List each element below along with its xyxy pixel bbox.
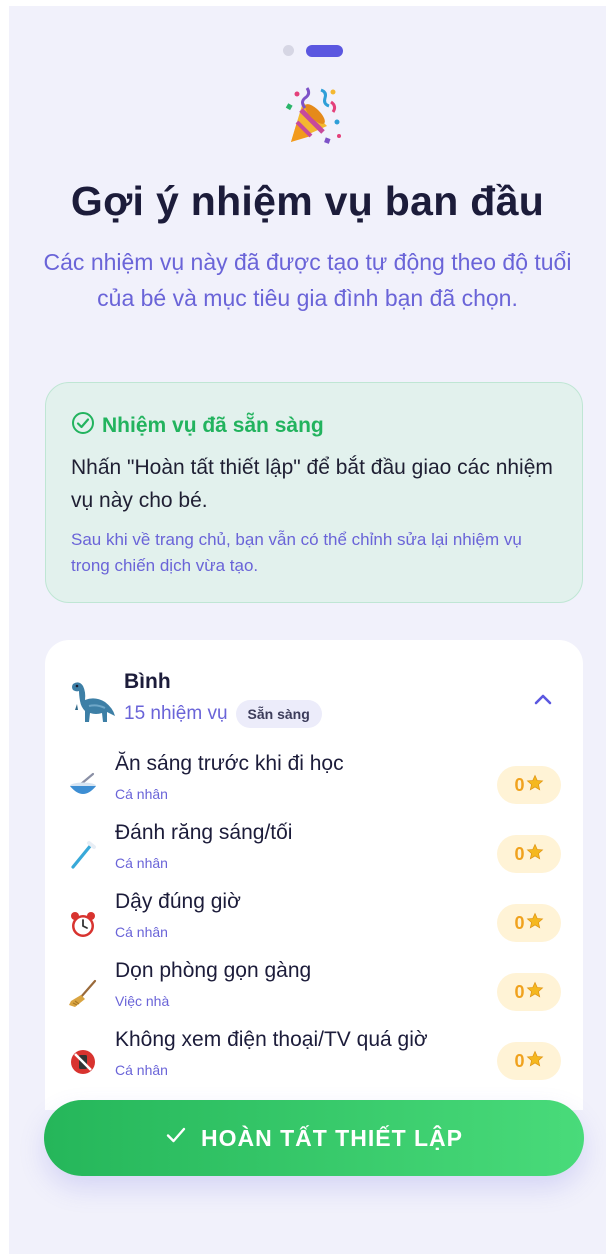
- party-popper-icon: [277, 82, 345, 150]
- task-name: Dậy đúng giờ: [115, 890, 241, 913]
- star-icon: [526, 912, 544, 935]
- task-name: Ăn sáng trước khi đi học: [115, 752, 344, 775]
- points-badge: 0: [497, 835, 561, 873]
- info-body: Nhấn "Hoàn tất thiết lập" để bắt đầu gia…: [71, 456, 553, 512]
- checkmark-icon: [165, 1124, 187, 1152]
- kid-task-card: Bình 15 nhiệm vụ Sẵn sàng Ăn sáng trước …: [45, 640, 583, 1110]
- bowl-icon: [67, 770, 99, 802]
- info-heading: Nhiệm vụ đã sẵn sàng: [102, 414, 324, 437]
- task-count: 15 nhiệm vụ: [124, 703, 228, 724]
- page-title: Gợi ý nhiệm vụ ban đầu: [70, 178, 545, 224]
- no-phone-icon: [67, 1046, 99, 1078]
- task-category: Cá nhân: [115, 855, 168, 871]
- alarm-clock-icon: [67, 908, 99, 940]
- broom-icon: [67, 977, 99, 1009]
- task-category: Việc nhà: [115, 993, 170, 1009]
- task-category: Cá nhân: [115, 786, 168, 802]
- star-icon: [526, 774, 544, 797]
- points-value: 0: [514, 1050, 525, 1071]
- kid-header[interactable]: Bình 15 nhiệm vụ Sẵn sàng: [67, 670, 561, 730]
- task-category: Cá nhân: [115, 1062, 168, 1078]
- info-note: Sau khi về trang chủ, bạn vẫn có thể chỉ…: [71, 530, 522, 575]
- kid-meta: 15 nhiệm vụ Sẵn sàng: [124, 700, 322, 728]
- task-name: Đánh răng sáng/tối: [115, 821, 293, 844]
- points-value: 0: [514, 843, 525, 864]
- task-category: Cá nhân: [115, 924, 168, 940]
- page-dot-2-active: [306, 45, 343, 57]
- points-badge: 0: [497, 1042, 561, 1080]
- page-dot-1: [283, 45, 294, 56]
- complete-setup-button[interactable]: HOÀN TẤT THIẾT LẬP: [44, 1100, 584, 1176]
- star-icon: [526, 1050, 544, 1073]
- chevron-up-icon[interactable]: [529, 686, 557, 714]
- task-item[interactable]: Đánh răng sáng/tối Cá nhân 0: [67, 819, 561, 888]
- dinosaur-icon: [67, 676, 117, 726]
- info-heading-row: Nhiệm vụ đã sẵn sàng: [71, 411, 556, 441]
- page-subtitle: Các nhiệm vụ này đã được tạo tự động the…: [43, 249, 572, 311]
- points-badge: 0: [497, 904, 561, 942]
- task-item[interactable]: Không xem điện thoại/TV quá giờ Cá nhân …: [67, 1026, 561, 1095]
- onboarding-screen: Gợi ý nhiệm vụ ban đầu Các nhiệm vụ này …: [9, 6, 606, 1254]
- points-value: 0: [514, 774, 525, 795]
- task-item[interactable]: Ăn sáng trước khi đi học Cá nhân 0: [67, 750, 561, 819]
- points-badge: 0: [497, 973, 561, 1011]
- task-item[interactable]: Dậy đúng giờ Cá nhân 0: [67, 888, 561, 957]
- page-indicator: [9, 44, 606, 58]
- toothbrush-icon: [67, 839, 99, 871]
- status-badge: Sẵn sàng: [235, 700, 322, 728]
- task-list: Ăn sáng trước khi đi học Cá nhân 0 Đánh: [67, 750, 561, 1095]
- kid-name: Bình: [124, 670, 171, 693]
- check-circle-icon: [71, 411, 95, 441]
- complete-setup-label: HOÀN TẤT THIẾT LẬP: [200, 1124, 464, 1151]
- star-icon: [526, 981, 544, 1004]
- task-name: Dọn phòng gọn gàng: [115, 959, 312, 982]
- points-badge: 0: [497, 766, 561, 804]
- points-value: 0: [514, 981, 525, 1002]
- task-name: Không xem điện thoại/TV quá giờ: [115, 1028, 428, 1051]
- ready-info-box: Nhiệm vụ đã sẵn sàng Nhấn "Hoàn tất thiế…: [45, 382, 583, 603]
- star-icon: [526, 843, 544, 866]
- points-value: 0: [514, 912, 525, 933]
- task-item[interactable]: Dọn phòng gọn gàng Việc nhà 0: [67, 957, 561, 1026]
